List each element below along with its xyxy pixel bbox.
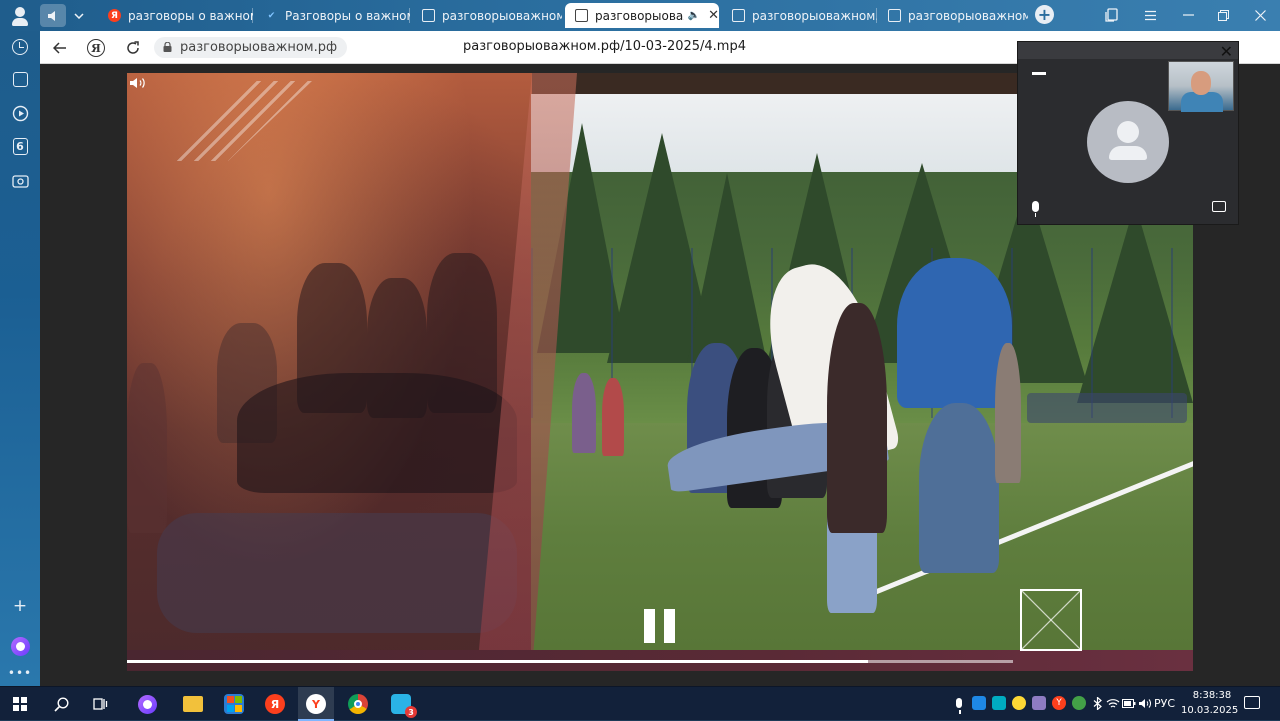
video-progress-track[interactable]	[127, 660, 1013, 663]
tab-label: разговорыоважном.рф	[442, 8, 562, 23]
call-title-bar[interactable]	[1018, 42, 1238, 59]
bluetooth-icon[interactable]	[1090, 696, 1104, 710]
pause-button[interactable]	[644, 609, 676, 643]
yandex-browser-icon[interactable]: Y	[305, 694, 327, 714]
tray-app-icon[interactable]	[1032, 696, 1046, 710]
chrome-icon[interactable]	[347, 694, 369, 714]
add-panel-icon[interactable]: +	[10, 596, 30, 616]
language-indicator[interactable]: РУС	[1154, 697, 1175, 710]
tab-1[interactable]: ✔ Разговоры о важном -	[255, 3, 410, 28]
speaker-icon	[47, 10, 55, 21]
tab-0[interactable]: Я разговоры о важном о	[98, 3, 253, 28]
document-icon	[422, 9, 435, 22]
lock-icon	[163, 42, 172, 52]
tabs-dropdown-button[interactable]	[68, 4, 90, 27]
yandex-home-icon[interactable]: Я	[85, 37, 107, 59]
self-view-video[interactable]	[1168, 61, 1234, 112]
tray-app-icon[interactable]	[1012, 696, 1026, 710]
tray-app-icon[interactable]	[972, 696, 986, 710]
new-tab-button[interactable]: +	[1035, 5, 1054, 24]
tray-app-icon[interactable]	[1072, 696, 1086, 710]
microphone-tray-icon[interactable]	[952, 696, 966, 714]
collections-icon[interactable]	[1100, 4, 1124, 26]
tab-2[interactable]: разговорыоважном.рф	[412, 3, 562, 28]
search-icon[interactable]	[50, 694, 72, 714]
sidebar-app-six[interactable]: 6	[10, 136, 30, 156]
video-frame-left	[127, 73, 532, 671]
messenger-badge: 3	[405, 706, 417, 718]
yandex-tray-icon[interactable]: Y	[1052, 696, 1066, 710]
history-icon[interactable]	[10, 37, 30, 57]
back-button[interactable]	[49, 37, 71, 59]
fullscreen-button[interactable]	[1020, 589, 1082, 651]
tab-3-active[interactable]: разговорыоважн 🔈 ✕	[565, 3, 719, 28]
volume-tray-icon[interactable]	[1138, 696, 1152, 710]
taskbar: Я Y 3 Y РУС 8:38:38 10.03.2025	[0, 686, 1280, 721]
video-progress-fill	[127, 660, 868, 663]
restore-button[interactable]	[1211, 4, 1235, 26]
start-button[interactable]	[9, 694, 31, 714]
document-icon	[888, 9, 901, 22]
task-view-icon[interactable]	[89, 694, 111, 714]
alice-assistant-icon[interactable]	[10, 636, 30, 656]
tab-label: Разговоры о важном -	[285, 8, 410, 23]
battery-icon[interactable]	[1122, 696, 1136, 710]
menu-icon[interactable]	[1138, 4, 1162, 26]
minimize-button[interactable]	[1176, 4, 1200, 26]
microphone-icon[interactable]	[1027, 197, 1043, 217]
tab-label: разговоры о важном о	[128, 8, 253, 23]
document-icon	[732, 9, 745, 22]
chevron-down-icon	[74, 12, 84, 19]
video-player-icon[interactable]	[10, 103, 30, 123]
call-overlay[interactable]: ✕	[1017, 41, 1239, 225]
clock-date[interactable]: 10.03.2025	[1181, 705, 1238, 716]
page-viewport: ✕	[40, 41, 1280, 686]
tab-strip: Я разговоры о важном о ✔ Разговоры о важ…	[0, 0, 1280, 31]
speaker-icon[interactable]: 🔈	[688, 10, 700, 21]
domain-pill[interactable]: разговорыоважном.рф	[154, 37, 348, 58]
document-icon	[575, 9, 588, 22]
alice-taskbar-icon[interactable]	[136, 694, 158, 714]
reload-button[interactable]	[122, 37, 144, 59]
url-text[interactable]: разговорыоважном.рф/10-03-2025/4.mp4	[463, 39, 746, 54]
tab-4[interactable]: разговорыоважном.рф	[722, 3, 877, 28]
close-tab-icon[interactable]: ✕	[708, 8, 719, 23]
screenshot-icon[interactable]	[10, 170, 30, 190]
volume-icon[interactable]	[129, 77, 147, 89]
wifi-icon[interactable]	[1106, 696, 1120, 710]
close-window-button[interactable]	[1248, 4, 1272, 26]
notifications-icon[interactable]	[1244, 696, 1260, 709]
tab-audio-button[interactable]	[40, 4, 66, 27]
participant-avatar	[1087, 101, 1169, 183]
tab-5[interactable]: разговорыоважном.рф	[878, 3, 1028, 28]
clock-time[interactable]: 8:38:38	[1187, 690, 1237, 701]
bird-icon: ✔	[267, 10, 276, 21]
file-explorer-icon[interactable]	[182, 694, 204, 714]
collections-sidebar-icon[interactable]	[10, 69, 30, 89]
messenger-icon[interactable]: 3	[390, 694, 417, 718]
more-icon[interactable]: •••	[8, 663, 31, 683]
close-call-icon[interactable]: ✕	[1220, 42, 1233, 61]
call-minimize-icon[interactable]	[1032, 72, 1046, 75]
profile-icon[interactable]	[4, 3, 36, 29]
tab-label: разговорыоважном.рф	[752, 8, 877, 23]
domain-text: разговорыоважном.рф	[180, 40, 338, 55]
tray-app-icon[interactable]	[992, 696, 1006, 710]
sidebar: 6 + •••	[0, 31, 40, 686]
yandex-icon: Я	[108, 9, 121, 22]
tab-label: разговорыоважн	[595, 8, 684, 23]
screen-share-icon[interactable]	[1211, 197, 1227, 215]
tab-label: разговорыоважном.рф	[908, 8, 1028, 23]
store-icon[interactable]	[223, 694, 245, 714]
yandex-app-icon[interactable]: Я	[264, 694, 286, 714]
